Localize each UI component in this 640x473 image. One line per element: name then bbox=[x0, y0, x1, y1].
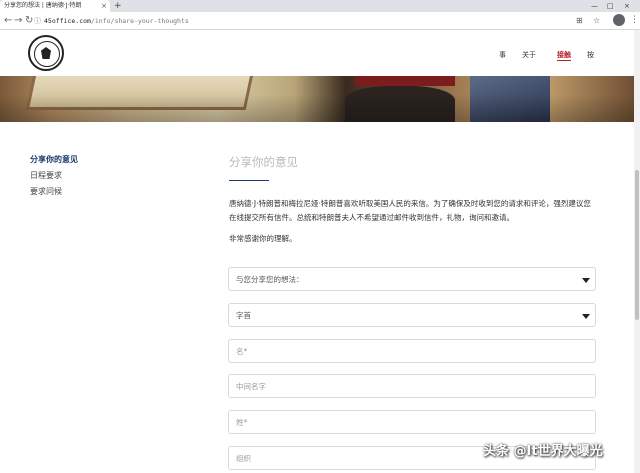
new-tab-button[interactable]: + bbox=[114, 0, 122, 12]
close-window-button[interactable]: × bbox=[624, 0, 630, 12]
prefix-select-value: 字首 bbox=[236, 311, 251, 320]
thanks-text: 非常感谢你的理解。 bbox=[229, 234, 297, 243]
url-text: 45office.com/info/share-your-thoughts bbox=[44, 17, 189, 25]
back-arrow-icon[interactable]: ← bbox=[4, 15, 12, 27]
info-icon[interactable]: ⓘ bbox=[34, 15, 41, 27]
intro-paragraph: 唐纳德·J·特朗普和梅拉尼娅·特朗普喜欢听取美国人民的来信。为了确保及时收到您的… bbox=[229, 199, 591, 222]
browser-tab-bar: 分享您的想法 | 唐纳德·J·特朗 × + — □ × bbox=[0, 0, 640, 12]
nav-item-events[interactable]: 事 bbox=[499, 50, 506, 60]
sidebar-item-greeting-request[interactable]: 要求问候 bbox=[30, 186, 62, 197]
first-name-field[interactable]: 名* bbox=[228, 339, 596, 363]
tab-title: 分享您的想法 | 唐纳德·J·特朗 bbox=[4, 2, 82, 9]
nav-item-about[interactable]: 关于 bbox=[522, 50, 536, 60]
first-name-placeholder: 名* bbox=[236, 347, 248, 356]
watermark-text: 头条 @It世界大曝光 bbox=[483, 444, 603, 459]
profile-avatar-icon[interactable] bbox=[613, 14, 625, 26]
tab-close-icon[interactable]: × bbox=[101, 0, 107, 12]
translate-icon[interactable]: ⊞ bbox=[576, 15, 583, 27]
browser-tab[interactable]: 分享您的想法 | 唐纳德·J·特朗 × bbox=[0, 0, 110, 12]
maximize-button[interactable]: □ bbox=[607, 0, 614, 12]
page-scrollbar-thumb[interactable] bbox=[635, 170, 639, 320]
title-underline bbox=[229, 180, 269, 181]
middle-name-field[interactable]: 中间名字 bbox=[228, 374, 596, 398]
reload-icon[interactable]: ↻ bbox=[25, 15, 33, 27]
minimize-button[interactable]: — bbox=[591, 0, 598, 12]
prefix-select[interactable]: 字首 bbox=[228, 303, 596, 327]
organization-placeholder: 组织 bbox=[236, 454, 251, 463]
sidebar-item-share-thoughts[interactable]: 分享你的意见 bbox=[30, 154, 78, 165]
nav-item-contact[interactable]: 接触 bbox=[557, 50, 571, 61]
site-header: 事 关于 接触 按 bbox=[0, 30, 640, 76]
browser-toolbar: ← → ↻ ⓘ 45office.com/info/share-your-tho… bbox=[0, 12, 640, 30]
page-title: 分享你的意见 bbox=[229, 155, 298, 169]
last-name-placeholder: 姓* bbox=[236, 418, 248, 427]
last-name-field[interactable]: 姓* bbox=[228, 410, 596, 434]
topic-select-value: 与您分享您的想法： bbox=[236, 275, 304, 284]
chevron-down-icon bbox=[582, 278, 590, 283]
bookmark-star-icon[interactable]: ☆ bbox=[593, 15, 600, 27]
nav-item-press[interactable]: 按 bbox=[587, 50, 594, 60]
topic-select[interactable]: 与您分享您的想法： bbox=[228, 267, 596, 291]
chevron-down-icon bbox=[582, 314, 590, 319]
forward-arrow-icon[interactable]: → bbox=[14, 15, 22, 27]
hero-banner-image bbox=[0, 76, 640, 122]
sidebar-item-schedule-request[interactable]: 日程要求 bbox=[30, 170, 62, 181]
presidential-seal-logo[interactable] bbox=[28, 35, 64, 71]
address-bar[interactable]: ⓘ 45office.com/info/share-your-thoughts bbox=[34, 15, 574, 27]
middle-name-placeholder: 中间名字 bbox=[236, 382, 266, 391]
browser-menu-icon[interactable]: ⋮ bbox=[630, 15, 639, 25]
